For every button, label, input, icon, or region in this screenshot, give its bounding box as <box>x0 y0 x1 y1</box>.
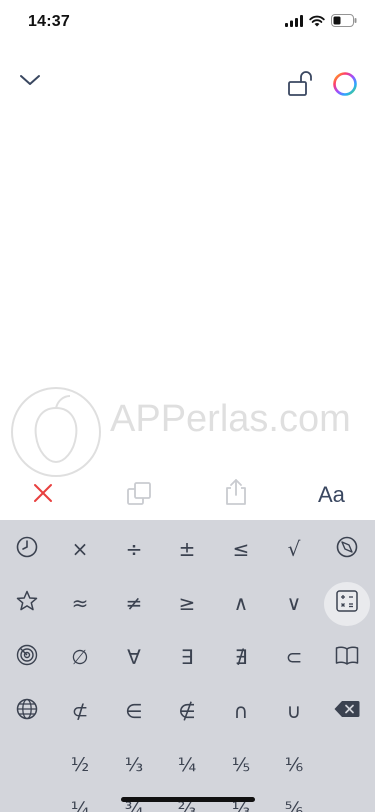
backspace-key[interactable] <box>320 684 374 738</box>
calculator-icon <box>336 589 358 617</box>
symbol-key[interactable]: ∉ <box>160 684 214 738</box>
status-icons <box>285 14 357 32</box>
share-icon[interactable] <box>220 476 252 508</box>
symbol-key[interactable]: ⊂ <box>267 630 321 684</box>
top-toolbar <box>0 60 375 106</box>
symbol-key[interactable]: ≤ <box>214 522 268 576</box>
fraction-key[interactable]: ¼ <box>53 782 107 812</box>
symbol-key[interactable]: ≥ <box>160 576 214 630</box>
symbol-key[interactable]: ∪ <box>267 684 321 738</box>
symbol-key[interactable]: ± <box>160 522 214 576</box>
symbol-key[interactable]: ∄ <box>214 630 268 684</box>
compass-key[interactable] <box>320 522 374 576</box>
symbol-key[interactable]: ∩ <box>214 684 268 738</box>
symbol-key[interactable]: ≠ <box>107 576 161 630</box>
symbol-key[interactable]: √ <box>267 522 321 576</box>
fraction-key[interactable]: ⅚ <box>267 782 321 812</box>
globe-icon <box>16 698 38 725</box>
target-icon <box>16 644 38 671</box>
wifi-icon <box>309 14 325 32</box>
unlock-icon[interactable] <box>284 68 316 100</box>
favorites-key[interactable] <box>0 576 54 630</box>
history-key[interactable] <box>0 522 54 576</box>
globe-key[interactable] <box>0 684 54 738</box>
close-icon[interactable] <box>28 478 58 508</box>
symbol-key[interactable]: ∃ <box>160 630 214 684</box>
symbol-key[interactable]: × <box>53 522 107 576</box>
home-indicator[interactable] <box>121 797 255 802</box>
keyboard-row: ∅ ∀ ∃ ∄ ⊂ <box>0 630 375 684</box>
color-wheel-icon[interactable] <box>329 68 361 100</box>
compass-icon <box>336 536 358 563</box>
status-bar: 14:37 <box>0 0 375 44</box>
symbol-key[interactable]: ∧ <box>214 576 268 630</box>
action-bar: Aa <box>0 468 375 520</box>
watermark-text: APPerlas.com <box>110 398 351 440</box>
font-size-button[interactable]: Aa <box>318 482 345 508</box>
book-icon <box>335 645 359 670</box>
copy-icon[interactable] <box>123 478 155 510</box>
symbol-key[interactable]: ÷ <box>107 522 161 576</box>
math-keyboard: × ÷ ± ≤ √ ≈ ≠ ≥ ∧ ∨ ∅ ∀ ∃ ∄ ⊂ ⊄ ∈ ∉ ∩ ∪ … <box>0 520 375 812</box>
symbol-key[interactable]: ≈ <box>53 576 107 630</box>
symbol-key[interactable]: ⊄ <box>53 684 107 738</box>
symbol-key[interactable]: ∈ <box>107 684 161 738</box>
clock-icon <box>16 536 38 563</box>
target-key[interactable] <box>0 630 54 684</box>
symbol-key[interactable]: ∨ <box>267 576 321 630</box>
symbol-key[interactable]: ∅ <box>53 630 107 684</box>
chevron-down-icon[interactable] <box>14 64 46 96</box>
symbol-key[interactable]: ∀ <box>107 630 161 684</box>
cellular-signal-icon <box>285 14 303 32</box>
keyboard-row: ≈ ≠ ≥ ∧ ∨ <box>0 576 375 630</box>
keyboard-row: × ÷ ± ≤ √ <box>0 522 375 576</box>
backspace-icon <box>334 699 360 723</box>
book-key[interactable] <box>320 630 374 684</box>
keyboard-row: ⊄ ∈ ∉ ∩ ∪ <box>0 684 375 738</box>
battery-icon <box>331 14 357 32</box>
math-category-key[interactable] <box>320 576 374 630</box>
star-icon <box>16 590 38 617</box>
status-time: 14:37 <box>28 13 70 30</box>
